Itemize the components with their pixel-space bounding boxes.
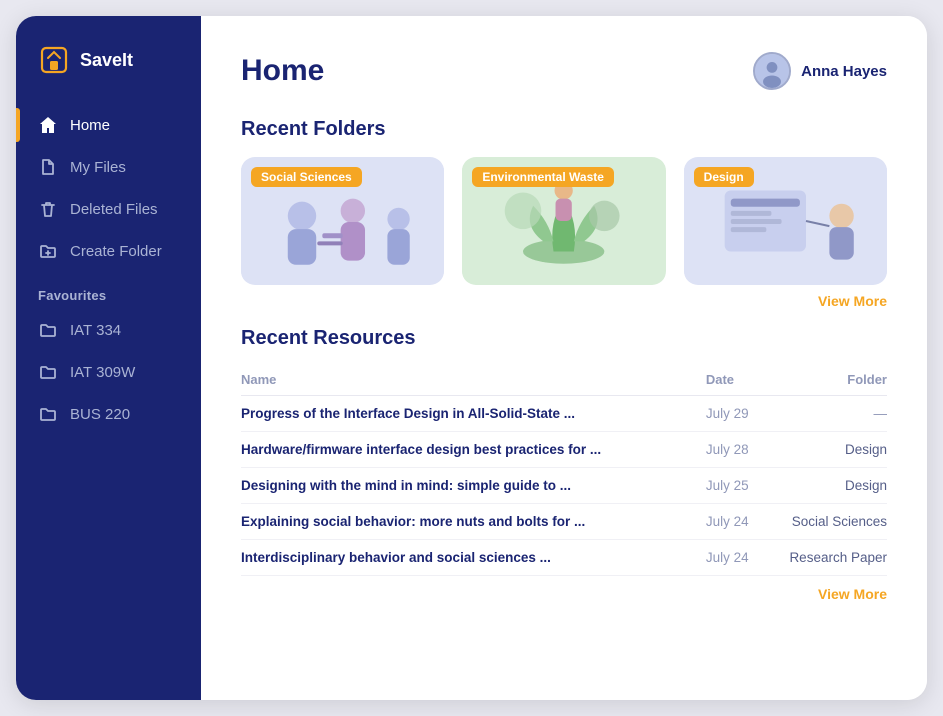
sidebar-item-deleted-files-label: Deleted Files (70, 201, 158, 218)
resources-table-body: Progress of the Interface Design in All-… (241, 396, 887, 576)
sidebar-item-iat334[interactable]: IAT 334 (16, 309, 201, 351)
table-row: Progress of the Interface Design in All-… (241, 396, 887, 432)
trash-icon (38, 199, 58, 219)
sidebar-item-home[interactable]: Home (16, 104, 201, 146)
folders-view-more[interactable]: View More (241, 293, 887, 309)
resource-date-5: July 24 (706, 540, 761, 576)
sidebar-item-home-label: Home (70, 117, 110, 134)
table-row: Hardware/firmware interface design best … (241, 432, 887, 468)
folder-icon-iat309w (38, 362, 58, 382)
folders-grid: Social Sciences (241, 157, 887, 285)
sidebar: SaveIt Home My Files Deleted Files (16, 16, 201, 700)
sidebar-item-iat309w-label: IAT 309W (70, 364, 135, 381)
resource-folder-3: Design (761, 468, 887, 504)
resources-table-head: Name Date Folder (241, 366, 887, 396)
sidebar-item-deleted-files[interactable]: Deleted Files (16, 188, 201, 230)
sidebar-item-bus220-label: BUS 220 (70, 406, 130, 423)
col-header-date: Date (706, 366, 761, 396)
resource-date-1: July 29 (706, 396, 761, 432)
avatar-image (755, 52, 789, 90)
main-header: Home Anna Hayes (241, 52, 887, 90)
home-icon (38, 115, 58, 135)
sidebar-item-iat309w[interactable]: IAT 309W (16, 351, 201, 393)
main-content: Home Anna Hayes Recent Folders Social Sc… (201, 16, 927, 700)
table-row: Designing with the mind in mind: simple … (241, 468, 887, 504)
folder-card-social-sciences[interactable]: Social Sciences (241, 157, 444, 285)
folder-icon-bus220 (38, 404, 58, 424)
resource-date-4: July 24 (706, 504, 761, 540)
resources-table: Name Date Folder Progress of the Interfa… (241, 366, 887, 576)
resource-date-2: July 28 (706, 432, 761, 468)
folder-card-design[interactable]: Design (684, 157, 887, 285)
folder-icon-iat334 (38, 320, 58, 340)
resource-folder-2: Design (761, 432, 887, 468)
sidebar-item-create-folder[interactable]: Create Folder (16, 230, 201, 272)
resources-view-more[interactable]: View More (241, 586, 887, 602)
table-row: Interdisciplinary behavior and social sc… (241, 540, 887, 576)
sidebar-item-my-files[interactable]: My Files (16, 146, 201, 188)
avatar (753, 52, 791, 90)
user-info: Anna Hayes (753, 52, 887, 90)
sidebar-item-iat334-label: IAT 334 (70, 322, 121, 339)
table-row: Explaining social behavior: more nuts an… (241, 504, 887, 540)
col-header-folder: Folder (761, 366, 887, 396)
resource-name-5[interactable]: Interdisciplinary behavior and social sc… (241, 550, 551, 565)
resource-folder-5: Research Paper (761, 540, 887, 576)
user-name: Anna Hayes (801, 63, 887, 80)
resources-header-row: Name Date Folder (241, 366, 887, 396)
folder-card-environmental[interactable]: Environmental Waste (462, 157, 665, 285)
sidebar-logo: SaveIt (16, 44, 201, 104)
resource-name-2[interactable]: Hardware/firmware interface design best … (241, 442, 601, 457)
favourites-label: Favourites (16, 272, 201, 309)
app-container: SaveIt Home My Files Deleted Files (16, 16, 927, 700)
resource-folder-1: — (761, 396, 887, 432)
folder-card-label-env: Environmental Waste (472, 167, 614, 187)
resource-name-4[interactable]: Explaining social behavior: more nuts an… (241, 514, 585, 529)
folder-card-label-design: Design (694, 167, 754, 187)
resource-name-3[interactable]: Designing with the mind in mind: simple … (241, 478, 571, 493)
resource-folder-4: Social Sciences (761, 504, 887, 540)
resource-name-1[interactable]: Progress of the Interface Design in All-… (241, 406, 575, 421)
saveit-logo-icon (38, 44, 70, 76)
col-header-name: Name (241, 366, 706, 396)
page-title: Home (241, 54, 324, 88)
sidebar-item-create-folder-label: Create Folder (70, 243, 162, 260)
files-icon (38, 157, 58, 177)
recent-resources-title: Recent Resources (241, 327, 887, 350)
sidebar-item-bus220[interactable]: BUS 220 (16, 393, 201, 435)
logo-text: SaveIt (80, 50, 133, 71)
resource-date-3: July 25 (706, 468, 761, 504)
folder-plus-icon (38, 241, 58, 261)
recent-folders-title: Recent Folders (241, 118, 887, 141)
folder-card-label-social: Social Sciences (251, 167, 362, 187)
sidebar-item-my-files-label: My Files (70, 159, 126, 176)
